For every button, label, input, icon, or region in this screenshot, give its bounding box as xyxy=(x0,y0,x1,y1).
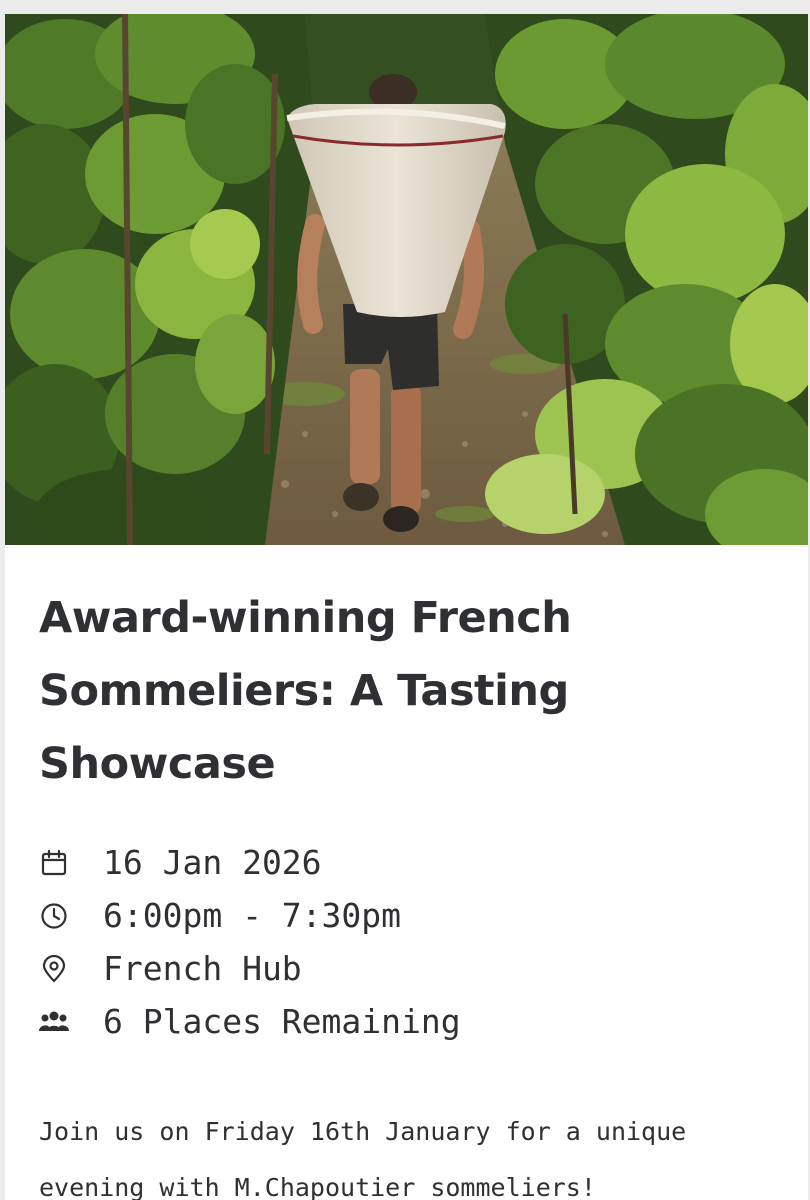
event-details: 16 Jan 2026 6:00pm - 7:30pm French Hub 6… xyxy=(39,836,779,1048)
event-title[interactable]: Award-winning French Sommeliers: A Tasti… xyxy=(39,582,759,801)
event-time-row: 6:00pm - 7:30pm xyxy=(39,889,779,942)
event-location-row: French Hub xyxy=(39,942,779,995)
event-description: Join us on Friday 16th January for a uni… xyxy=(39,1117,687,1200)
event-location: French Hub xyxy=(103,949,302,988)
event-date-row: 16 Jan 2026 xyxy=(39,836,779,889)
event-places-row: 6 Places Remaining xyxy=(39,995,779,1048)
users-icon xyxy=(39,1007,69,1037)
map-pin-icon xyxy=(39,954,69,984)
event-image[interactable] xyxy=(5,14,808,545)
event-time: 6:00pm - 7:30pm xyxy=(103,896,402,935)
event-card[interactable]: Award-winning French Sommeliers: A Tasti… xyxy=(5,14,808,1200)
event-date: 16 Jan 2026 xyxy=(103,843,322,882)
event-places: 6 Places Remaining xyxy=(103,1002,461,1041)
clock-icon xyxy=(39,901,69,931)
calendar-icon xyxy=(39,848,69,878)
